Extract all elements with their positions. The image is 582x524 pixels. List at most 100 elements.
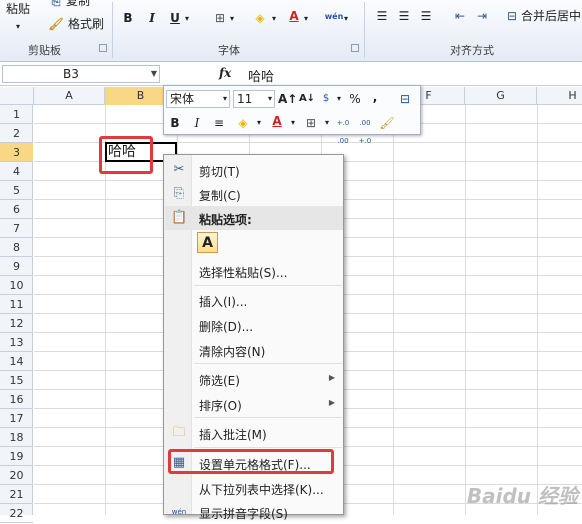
row-header-4[interactable]: 4 [0, 162, 33, 181]
mini-bold-button[interactable]: B [166, 114, 184, 132]
row-header-2[interactable]: 2 [0, 124, 33, 143]
column-header-a[interactable]: A [34, 87, 105, 105]
align-center-icon[interactable]: ☰ [396, 8, 412, 24]
row-header-3[interactable]: 3 [0, 143, 33, 162]
row-header-13[interactable]: 13 [0, 333, 33, 352]
copy-button[interactable]: 复制 [66, 0, 90, 8]
shrink-font-icon[interactable]: A↓ [298, 90, 316, 108]
merge-center-button[interactable]: 合并后居中 [521, 9, 581, 23]
align-left-icon[interactable]: ☰ [374, 8, 390, 24]
increase-indent-icon[interactable]: ⇥ [474, 8, 490, 24]
phonetic-icon[interactable]: wén [325, 8, 344, 24]
font-color-dropdown-icon[interactable]: ▾ [284, 114, 302, 132]
fill-color-dropdown-icon[interactable]: ▾ [272, 12, 276, 26]
row-header-15[interactable]: 15 [0, 371, 33, 390]
mini-font-name-combo[interactable]: 宋体 ▾ [166, 90, 230, 108]
row-header-16[interactable]: 16 [0, 390, 33, 409]
menu-item-delete[interactable]: 删除(D)... [165, 313, 343, 337]
decrease-indent-icon[interactable]: ⇤ [452, 8, 468, 24]
insert-function-button[interactable]: fx [219, 66, 231, 80]
fill-color-icon[interactable]: ◈ [252, 10, 268, 26]
row-header-9[interactable]: 9 [0, 257, 33, 276]
clipboard-launcher-icon[interactable] [99, 44, 107, 52]
center-align-icon[interactable]: ≡ [210, 114, 228, 132]
row-header-8[interactable]: 8 [0, 238, 33, 257]
menu-item-pick-from-list[interactable]: 从下拉列表中选择(K)... [165, 476, 343, 500]
paste-dropdown-icon[interactable]: ▾ [16, 20, 20, 34]
italic-button[interactable]: I [144, 10, 160, 26]
paste-button[interactable]: 粘贴 [6, 2, 30, 16]
menu-item-insert-comment[interactable]: 🗀 插入批注(M) [165, 421, 343, 445]
menu-item-paste-special[interactable]: 选择性粘贴(S)... [165, 259, 343, 283]
font-color-icon[interactable]: A [286, 8, 302, 24]
row-header-17[interactable]: 17 [0, 409, 33, 428]
chevron-down-icon[interactable]: ▾ [223, 91, 227, 107]
menu-item-label: 显示拼音字段(S) [199, 507, 288, 521]
merge-icon[interactable]: ⊟ [504, 8, 520, 24]
row-header-12[interactable]: 12 [0, 314, 33, 333]
menu-item-label: 删除(D)... [199, 320, 254, 334]
menu-separator [194, 417, 342, 418]
underline-dropdown-icon[interactable]: ▾ [185, 12, 189, 26]
menu-item-filter[interactable]: 筛选(E) ▶ [165, 367, 343, 391]
name-box-dropdown-icon[interactable]: ▼ [151, 69, 157, 78]
decrease-decimal-icon[interactable]: .00 +.0 [356, 114, 374, 145]
name-box-value: B3 [63, 67, 79, 81]
group-divider [112, 2, 113, 58]
row-header-14[interactable]: 14 [0, 352, 33, 371]
paste-values-button[interactable]: A [197, 232, 218, 253]
gridline [393, 105, 394, 515]
menu-item-label: 排序(O) [199, 399, 242, 413]
percent-style-button[interactable]: % [346, 90, 364, 108]
mini-font-name: 宋体 [170, 92, 195, 106]
menu-item-label: 清除内容(N) [199, 345, 266, 359]
row-header-22[interactable]: 22 [0, 504, 33, 523]
font-color-dropdown-icon[interactable]: ▾ [304, 12, 308, 26]
column-header-g[interactable]: G [465, 87, 537, 105]
select-all-corner[interactable] [0, 87, 34, 105]
grow-font-icon[interactable]: A↑ [278, 90, 297, 108]
row-header-10[interactable]: 10 [0, 276, 33, 295]
row-header-21[interactable]: 21 [0, 485, 33, 504]
font-launcher-icon[interactable] [351, 44, 359, 52]
copy-icon: ⎘ [173, 186, 185, 201]
menu-item-insert[interactable]: 插入(I)... [165, 288, 343, 312]
merge-center-icon[interactable]: ⊟ [396, 90, 414, 108]
phonetic-dropdown-icon[interactable]: ▾ [344, 12, 348, 26]
menu-item-phonetic[interactable]: wén 显示拼音字段(S) [165, 500, 343, 524]
mini-font-size-combo[interactable]: 11 ▾ [233, 90, 275, 108]
format-painter-button[interactable]: 格式刷 [68, 17, 104, 31]
menu-item-label: 粘贴选项: [199, 213, 252, 227]
gridline [537, 105, 538, 515]
column-header-h[interactable]: H [537, 87, 582, 105]
align-right-icon[interactable]: ☰ [418, 8, 434, 24]
menu-item-label: 筛选(E) [199, 374, 240, 388]
format-painter-icon[interactable]: 🖌 [378, 114, 396, 132]
borders-dropdown-icon[interactable]: ▾ [230, 12, 234, 26]
chevron-down-icon[interactable]: ▾ [268, 91, 272, 107]
row-header-11[interactable]: 11 [0, 295, 33, 314]
formula-input[interactable]: 哈哈 [248, 66, 274, 85]
borders-icon[interactable]: ⊞ [212, 10, 228, 26]
menu-item-cut[interactable]: ✂ 剪切(T) [165, 158, 343, 182]
menu-item-clear-contents[interactable]: 清除内容(N) [165, 338, 343, 362]
comma-style-button[interactable]: , [366, 88, 384, 106]
bold-button[interactable]: B [120, 10, 136, 26]
name-box[interactable]: B3 ▼ [2, 65, 160, 83]
row-header-1[interactable]: 1 [0, 105, 33, 124]
copy-icon[interactable]: ⎘ [48, 0, 64, 10]
row-header-20[interactable]: 20 [0, 466, 33, 485]
submenu-arrow-icon: ▶ [328, 398, 335, 407]
row-header-7[interactable]: 7 [0, 219, 33, 238]
fill-color-dropdown-icon[interactable]: ▾ [250, 114, 268, 132]
row-header-6[interactable]: 6 [0, 200, 33, 219]
row-header-18[interactable]: 18 [0, 428, 33, 447]
row-header-19[interactable]: 19 [0, 447, 33, 466]
menu-item-sort[interactable]: 排序(O) ▶ [165, 392, 343, 416]
mini-italic-button[interactable]: I [188, 114, 206, 132]
increase-decimal-icon[interactable]: +.0 .00 [334, 114, 352, 145]
underline-button[interactable]: U [167, 10, 183, 26]
menu-item-copy[interactable]: ⎘ 复制(C) [165, 182, 343, 206]
format-painter-icon[interactable]: 🖌 [48, 16, 64, 32]
row-header-5[interactable]: 5 [0, 181, 33, 200]
